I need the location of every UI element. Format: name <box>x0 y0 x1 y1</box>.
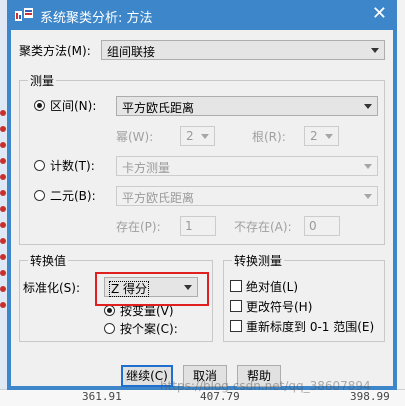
cluster-method-select[interactable]: 组间联接 <box>101 40 385 60</box>
case-marker <box>0 174 6 180</box>
case-marker <box>0 142 6 148</box>
case-marker <box>0 254 6 260</box>
case-marker <box>0 286 6 292</box>
absolute-value-label: 绝对值(L) <box>246 280 299 294</box>
chevron-down-icon <box>371 48 379 53</box>
binary-measure-select[interactable]: 平方欧氏距离 <box>116 186 378 206</box>
root-value: 2 <box>310 129 318 143</box>
highlight-box <box>95 272 209 306</box>
cell-value: 361.91 <box>82 390 122 403</box>
app-icon <box>15 8 33 21</box>
absent-input[interactable]: 0 <box>304 216 340 236</box>
case-marker <box>0 270 6 276</box>
change-sign-checkbox[interactable] <box>230 300 242 312</box>
case-marker <box>0 302 6 308</box>
count-measure-select[interactable]: 卡方测量 <box>116 156 378 176</box>
data-view-left-strip <box>0 0 7 405</box>
power-label: 幂(W): <box>116 130 154 144</box>
case-marker <box>0 158 6 164</box>
measure-group: 测量 区间(N): 平方欧氏距离 幂(W): 2 根(R): 2 计数(T): … <box>19 72 385 245</box>
chevron-down-icon <box>325 134 333 139</box>
rescale-label: 重新标度到 0-1 范围(E) <box>246 320 375 334</box>
title-bar[interactable]: 系统聚类分析: 方法 ✕ <box>7 0 397 30</box>
absent-label: 不存在(A): <box>234 220 292 234</box>
method-dialog: 系统聚类分析: 方法 ✕ 聚类方法(M): 组间联接 测量 区间(N): 平方欧… <box>7 0 397 390</box>
present-label: 存在(P): <box>116 220 161 234</box>
present-input[interactable]: 1 <box>180 216 216 236</box>
change-sign-label: 更改符号(H) <box>246 300 313 314</box>
binary-radio[interactable] <box>34 190 45 201</box>
root-select[interactable]: 2 <box>304 126 339 146</box>
count-label: 计数(T): <box>50 159 95 173</box>
case-marker <box>0 190 6 196</box>
absent-value: 0 <box>309 219 317 233</box>
count-radio[interactable] <box>34 160 45 171</box>
interval-radio[interactable] <box>34 100 45 111</box>
case-marker <box>0 238 6 244</box>
by-case-radio[interactable] <box>104 323 115 334</box>
case-marker <box>0 110 6 116</box>
data-view-right-strip <box>397 0 405 405</box>
by-variable-radio[interactable] <box>104 305 115 316</box>
watermark-text: https://blog.csdn.net/qq_38607894 <box>160 379 371 393</box>
count-measure-value: 卡方测量 <box>122 161 171 175</box>
chevron-down-icon <box>201 134 209 139</box>
interval-measure-select[interactable]: 平方欧氏距离 <box>116 96 378 116</box>
binary-measure-value: 平方欧氏距离 <box>122 191 195 205</box>
chevron-down-icon <box>364 164 372 169</box>
case-marker <box>0 126 6 132</box>
measure-group-title: 测量 <box>28 72 57 89</box>
case-marker <box>0 222 6 228</box>
cluster-method-label: 聚类方法(M): <box>19 44 91 58</box>
window-title: 系统聚类分析: 方法 <box>40 11 153 26</box>
rescale-checkbox[interactable] <box>230 320 242 332</box>
chevron-down-icon <box>364 194 372 199</box>
binary-label: 二元(B): <box>50 189 96 203</box>
close-icon[interactable]: ✕ <box>372 5 387 23</box>
standardize-label: 标准化(S): <box>23 281 81 295</box>
by-case-label: 按个案(C): <box>120 322 178 336</box>
power-value: 2 <box>186 129 194 143</box>
case-marker <box>0 206 6 212</box>
cluster-method-value: 组间联接 <box>107 45 156 59</box>
absolute-value-checkbox[interactable] <box>230 280 242 292</box>
transform-measures-group: 转换测量 绝对值(L) 更改符号(H) 重新标度到 0-1 范围(E) <box>223 252 385 342</box>
transform-values-title: 转换值 <box>28 252 69 269</box>
interval-label: 区间(N): <box>50 99 97 113</box>
present-value: 1 <box>185 219 193 233</box>
root-label: 根(R): <box>252 130 286 144</box>
transform-measures-title: 转换测量 <box>232 252 285 269</box>
chevron-down-icon <box>364 104 372 109</box>
power-select[interactable]: 2 <box>180 126 215 146</box>
interval-measure-value: 平方欧氏距离 <box>122 101 195 115</box>
dialog-body: 聚类方法(M): 组间联接 测量 区间(N): 平方欧氏距离 幂(W): 2 根… <box>11 30 393 387</box>
